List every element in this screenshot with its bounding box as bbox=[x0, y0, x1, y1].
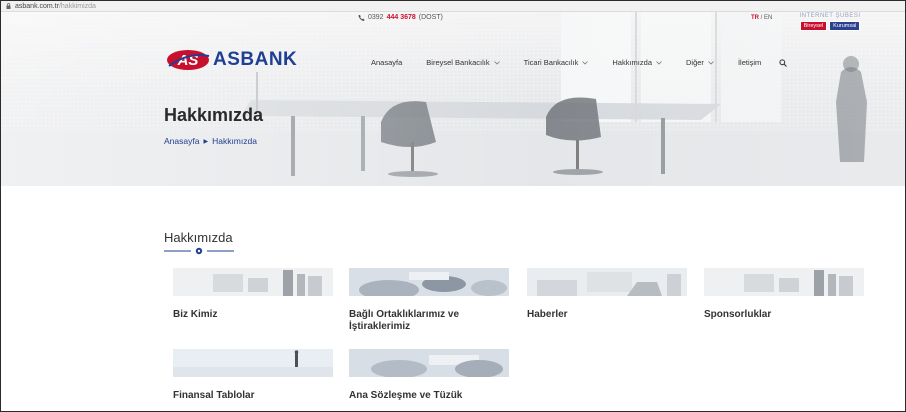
card-bagli-ortakliklar[interactable]: Bağlı Ortaklıklarımız ve İştiraklerimiz bbox=[349, 268, 509, 332]
phone-contact[interactable]: 0392 444 3678 (DOST) bbox=[358, 14, 443, 21]
internet-banking-title: İNTERNET ŞUBESİ bbox=[799, 13, 861, 19]
nav-label: Bireysel Bankacılık bbox=[426, 58, 490, 67]
nav-label: İletişim bbox=[737, 58, 762, 67]
card-thumbnail bbox=[173, 268, 333, 296]
lang-tr-link[interactable]: TR bbox=[751, 15, 759, 21]
main-navigation: Anasayfa Bireysel Bankacılık Ticari Bank… bbox=[371, 58, 788, 67]
card-sponsorluklar[interactable]: Sponsorluklar bbox=[704, 268, 864, 321]
nav-item-bireysel-bankacilik[interactable]: Bireysel Bankacılık bbox=[426, 58, 500, 67]
card-title: Ana Sözleşme ve Tüzük bbox=[349, 390, 463, 401]
internet-banking-box: İNTERNET ŞUBESİ Bireysel Kurumsal bbox=[788, 13, 872, 39]
chevron-down-icon bbox=[656, 60, 662, 65]
address-bar[interactable]: asbank.com.tr/hakkimizda bbox=[1, 1, 905, 12]
phone-prefix: 0392 bbox=[368, 14, 384, 21]
search-icon[interactable] bbox=[779, 58, 788, 67]
card-finansal-tablolar[interactable]: Finansal Tablolar bbox=[173, 349, 333, 402]
card-title: Bağlı Ortaklıklarımız ve İştiraklerimiz bbox=[349, 309, 460, 332]
top-bar: 0392 444 3678 (DOST) TR / EN İNTERNET ŞU… bbox=[1, 12, 905, 31]
section-title: Hakkımızda bbox=[164, 230, 233, 245]
section-divider bbox=[164, 247, 234, 255]
card-title: Biz Kimiz bbox=[173, 309, 218, 320]
card-thumbnail bbox=[704, 268, 864, 296]
logo-wordmark: ASBANK bbox=[213, 49, 298, 70]
lang-en-link[interactable]: EN bbox=[764, 15, 772, 21]
card-thumbnail bbox=[349, 268, 509, 300]
browser-window: asbank.com.tr/hakkimizda 0392 444 3678 (… bbox=[0, 0, 906, 412]
page-title: Hakkımızda bbox=[164, 105, 264, 125]
card-biz-kimiz[interactable]: Biz Kimiz bbox=[173, 268, 333, 321]
nav-item-ticari-bankacilik[interactable]: Ticari Bankacılık bbox=[524, 58, 589, 67]
breadcrumb-current: Hakkımızda bbox=[212, 136, 257, 146]
card-thumbnail bbox=[527, 268, 687, 296]
nav-label: Hakkımızda bbox=[612, 58, 652, 67]
chevron-down-icon bbox=[708, 60, 714, 65]
chevron-down-icon bbox=[493, 60, 500, 65]
hero-banner: 0392 444 3678 (DOST) TR / EN İNTERNET ŞU… bbox=[1, 12, 905, 186]
breadcrumb-separator-icon: ▶ bbox=[203, 138, 209, 145]
phone-suffix: (DOST) bbox=[418, 14, 443, 21]
kurumsal-login-button[interactable]: Kurumsal bbox=[829, 21, 861, 31]
card-thumbnail bbox=[349, 349, 509, 378]
language-switcher: TR / EN bbox=[751, 15, 772, 21]
card-ana-sozlesme[interactable]: Ana Sözleşme ve Tüzük bbox=[349, 349, 509, 402]
bireysel-login-button[interactable]: Bireysel bbox=[799, 21, 828, 31]
nav-label: Diğer bbox=[686, 58, 704, 67]
phone-icon bbox=[358, 14, 365, 21]
nav-item-hakkimizda[interactable]: Hakkımızda bbox=[612, 58, 662, 67]
lock-icon bbox=[6, 3, 11, 9]
hero-overlay bbox=[1, 12, 905, 186]
card-title: Finansal Tablolar bbox=[173, 390, 255, 401]
card-haberler[interactable]: Haberler bbox=[527, 268, 687, 321]
nav-item-iletisim[interactable]: İletişim bbox=[738, 58, 761, 67]
asbank-logo[interactable]: AS ASBANK bbox=[165, 48, 297, 72]
asbank-logo-mark: AS bbox=[167, 50, 210, 70]
nav-item-anasayfa[interactable]: Anasayfa bbox=[371, 58, 402, 67]
breadcrumb-home-link[interactable]: Anasayfa bbox=[164, 136, 199, 146]
nav-label: Ticari Bankacılık bbox=[523, 58, 579, 67]
card-thumbnail bbox=[173, 349, 333, 377]
phone-number: 444 3678 bbox=[386, 14, 416, 21]
card-title: Haberler bbox=[527, 309, 568, 320]
nav-label: Anasayfa bbox=[371, 58, 403, 67]
card-title: Sponsorluklar bbox=[704, 309, 772, 320]
nav-item-diger[interactable]: Diğer bbox=[686, 58, 714, 67]
breadcrumb: Anasayfa ▶ Hakkımızda bbox=[164, 136, 257, 146]
chevron-down-icon bbox=[582, 60, 589, 65]
url-text: asbank.com.tr/hakkimizda bbox=[15, 2, 96, 10]
